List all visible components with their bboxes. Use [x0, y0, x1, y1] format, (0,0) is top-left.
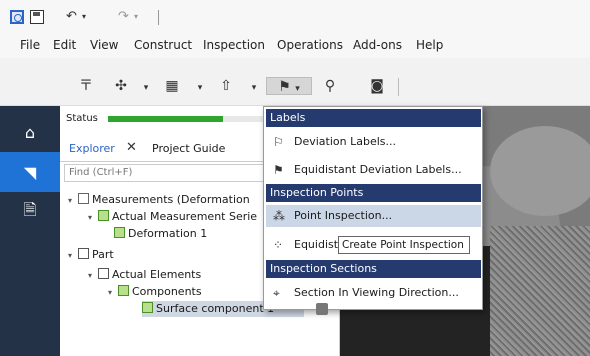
- ruler-icon[interactable]: 〒: [78, 77, 94, 95]
- tree-node-label: Components: [132, 285, 202, 298]
- quick-access-toolbar: ↶ ▾ ↷ ▾: [0, 0, 590, 34]
- menu-add-ons[interactable]: Add-ons: [353, 38, 402, 52]
- tree-node-deformation-1[interactable]: Deformation 1: [114, 226, 207, 242]
- flag-icon: ⚑: [278, 79, 291, 95]
- table-icon[interactable]: ▦: [164, 77, 180, 95]
- toolbar-separator: [398, 78, 399, 96]
- tree-node-label: Measurements (Deformation: [92, 193, 250, 206]
- tooltip: Create Point Inspection: [338, 236, 470, 254]
- collapse-icon[interactable]: ▾: [88, 210, 98, 226]
- align-icon[interactable]: ✣: [113, 77, 129, 95]
- tree-node-components[interactable]: ▾ Components: [108, 284, 202, 300]
- measurement-folder-icon: [78, 193, 89, 204]
- measurement-icon[interactable]: ◥: [0, 152, 60, 192]
- redo-dropdown-icon[interactable]: ▾: [134, 12, 138, 21]
- collapse-icon[interactable]: ▾: [88, 268, 98, 284]
- tree-node-label: Surface component 1: [156, 302, 275, 315]
- flag-dropdown-icon: ▾: [295, 84, 300, 94]
- tree-node-part[interactable]: ▾ Part: [68, 247, 114, 263]
- redo-icon[interactable]: ↷: [118, 9, 129, 24]
- deviation-label-icon: ⚐: [273, 135, 284, 149]
- collapse-icon[interactable]: ▾: [68, 248, 78, 264]
- menu-operations[interactable]: Operations: [277, 38, 343, 52]
- menu-item-point-inspection[interactable]: ⁂ Point Inspection...: [266, 205, 481, 227]
- section-icon: ⌖: [273, 286, 280, 300]
- menu-item-label: Equidistant Deviation Labels...: [294, 163, 462, 176]
- align-dropdown-icon[interactable]: ▾: [142, 79, 150, 97]
- menu-construct[interactable]: Construct: [134, 38, 192, 52]
- app-logo-icon[interactable]: [10, 10, 24, 24]
- tree-node-label: Deformation 1: [128, 227, 208, 240]
- camera-icon[interactable]: ◙: [368, 77, 386, 95]
- panel-options-icon[interactable]: [316, 303, 328, 315]
- equidistant-label-icon: ⚑: [273, 163, 284, 177]
- save-icon[interactable]: [30, 10, 44, 24]
- table-dropdown-icon[interactable]: ▾: [196, 79, 204, 97]
- menu-item-section-in-viewing-direction[interactable]: ⌖ Section In Viewing Direction...: [266, 282, 481, 304]
- undo-icon[interactable]: ↶: [66, 9, 77, 24]
- export-dropdown-icon[interactable]: ▾: [250, 79, 258, 97]
- tree-node-measurements[interactable]: ▾ Measurements (Deformation: [68, 192, 250, 208]
- status-progress-bar: [108, 116, 268, 122]
- menu-edit[interactable]: Edit: [53, 38, 76, 52]
- tree-node-actual-measurement-series[interactable]: ▾ Actual Measurement Serie: [88, 209, 257, 225]
- menu-help[interactable]: Help: [416, 38, 443, 52]
- left-navigation: ⌂ ◥ 🗎: [0, 106, 60, 356]
- tree-node-label: Actual Elements: [112, 268, 202, 281]
- labels-dropdown-menu: Labels ⚐ Deviation Labels... ⚑ Equidistant…: [263, 106, 483, 310]
- surface-component-icon: [142, 302, 153, 313]
- close-icon[interactable]: ✕: [126, 140, 137, 155]
- menu-inspection[interactable]: Inspection: [203, 38, 265, 52]
- menu-item-equidistant-deviation-labels[interactable]: ⚑ Equidistant Deviation Labels...: [266, 159, 481, 181]
- elements-folder-icon: [98, 268, 109, 279]
- collapse-icon[interactable]: ▾: [68, 193, 78, 209]
- export-icon[interactable]: ⇧: [218, 77, 234, 95]
- flag-button[interactable]: ⚑ ▾: [266, 77, 312, 95]
- deformation-icon: [114, 227, 125, 238]
- menu-file[interactable]: File: [20, 38, 40, 52]
- tree-node-label: Actual Measurement Serie: [112, 210, 258, 223]
- status-label: Status: [66, 113, 98, 124]
- menu-item-deviation-labels[interactable]: ⚐ Deviation Labels...: [266, 131, 481, 153]
- tab-explorer[interactable]: Explorer: [69, 142, 115, 155]
- part-icon: [78, 248, 89, 259]
- tab-project-guide[interactable]: Project Guide: [152, 142, 225, 155]
- equidistant-points-icon: ⁘: [273, 238, 284, 252]
- document-icon[interactable]: 🗎: [0, 192, 60, 232]
- measurement-series-icon: [98, 210, 109, 221]
- menu-view[interactable]: View: [90, 38, 118, 52]
- separator: [158, 10, 159, 25]
- menu-bar: File Edit View Construct Inspection Oper…: [0, 34, 590, 58]
- tree-node-label: Part: [92, 248, 114, 261]
- point-inspection-icon: ⁂: [273, 209, 285, 223]
- status-progress-fill: [108, 116, 224, 122]
- find-input[interactable]: Find (Ctrl+F): [64, 164, 264, 182]
- menu-item-label: Point Inspection...: [294, 209, 393, 222]
- menu-item-label: Section In Viewing Direction...: [294, 286, 459, 299]
- menu-section-inspection-points: Inspection Points: [266, 184, 481, 202]
- scan-surface: [490, 126, 590, 216]
- menu-item-label: Deviation Labels...: [294, 135, 397, 148]
- menu-section-inspection-sections: Inspection Sections: [266, 260, 481, 278]
- menu-section-labels: Labels: [266, 109, 481, 127]
- toolbar: 〒 ✣ ▾ ▦ ▾ ⇧ ▾ ⚑ ▾ ⚲ ◙: [0, 58, 590, 106]
- components-icon: [118, 285, 129, 296]
- undo-dropdown-icon[interactable]: ▾: [82, 12, 86, 21]
- tree-node-actual-elements[interactable]: ▾ Actual Elements: [88, 267, 201, 283]
- home-icon[interactable]: ⌂: [0, 112, 60, 152]
- scan-texture: [490, 226, 590, 356]
- collapse-icon[interactable]: ▾: [108, 285, 118, 301]
- search-icon[interactable]: ⚲: [322, 77, 338, 95]
